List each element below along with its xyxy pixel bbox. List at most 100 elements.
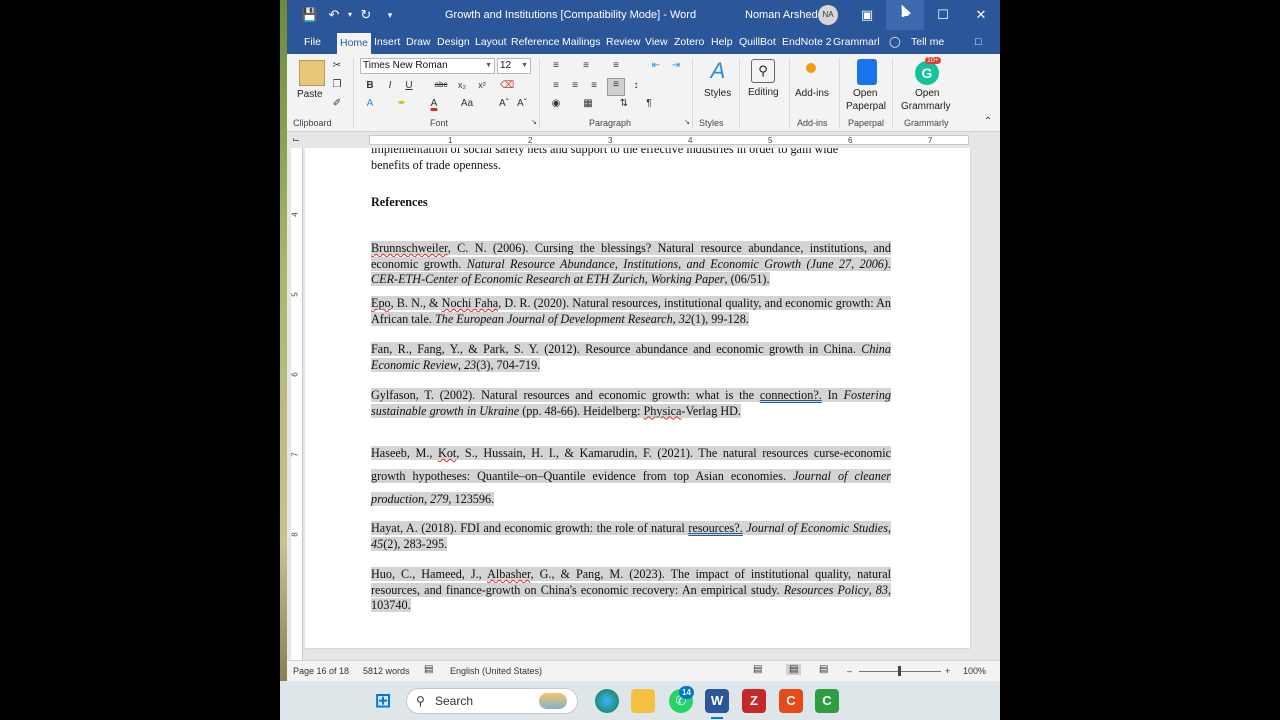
avatar[interactable]: NA: [818, 5, 838, 25]
multilevel-list-icon[interactable]: ≡: [609, 60, 623, 71]
copy-icon[interactable]: ❐: [330, 79, 344, 90]
save-icon[interactable]: 💾: [301, 6, 319, 24]
tab-selector-icon[interactable]: ⌙: [289, 134, 303, 145]
show-marks-icon[interactable]: ¶: [642, 98, 656, 109]
pdf-app-icon[interactable]: Z: [742, 689, 766, 713]
clear-formatting-icon[interactable]: ⌫: [500, 80, 514, 91]
subscript-icon[interactable]: x₂: [455, 80, 469, 90]
open-paperpal-button[interactable]: Open: [853, 88, 877, 99]
tab-zotero[interactable]: Zotero: [674, 34, 704, 54]
proofing-icon[interactable]: ▤: [424, 664, 433, 675]
collapse-ribbon-icon[interactable]: ⌃: [981, 116, 995, 127]
vertical-ruler[interactable]: 4 5 6 7 8: [291, 148, 303, 660]
open-paperpal-label[interactable]: Paperpal: [846, 101, 886, 112]
editing-button[interactable]: Editing: [748, 87, 779, 98]
lightbulb-icon[interactable]: ◯: [889, 34, 901, 54]
windows-start-icon[interactable]: ⊞: [371, 689, 395, 713]
references-heading[interactable]: References: [371, 195, 891, 211]
format-painter-icon[interactable]: ✐: [330, 98, 344, 109]
cut-icon[interactable]: ✂: [330, 60, 344, 71]
tab-endnote[interactable]: EndNote 2: [782, 34, 832, 54]
shrink-font-icon[interactable]: Aˇ: [515, 98, 529, 109]
styles-icon[interactable]: A: [705, 58, 731, 84]
tab-layout[interactable]: Layout: [475, 34, 507, 54]
zoom-level[interactable]: 100%: [963, 666, 986, 676]
strikethrough-icon[interactable]: abc: [434, 80, 448, 89]
sort-icon[interactable]: ⇅: [617, 98, 631, 109]
line-spacing-icon[interactable]: ↕: [629, 80, 643, 91]
paragraph-continuation[interactable]: implementation of social safety nets and…: [371, 148, 891, 173]
redo-icon[interactable]: ↻: [357, 6, 375, 24]
web-layout-icon[interactable]: ▤: [819, 664, 828, 675]
tab-home[interactable]: Home: [337, 33, 372, 54]
reference-entry[interactable]: Epo, B. N., & Nochi Faha, D. R. (2020). …: [371, 296, 891, 327]
align-left-icon[interactable]: ≡: [549, 80, 563, 91]
reference-entry[interactable]: Hayat, A. (2018). FDI and economic growt…: [371, 521, 891, 552]
decrease-indent-icon[interactable]: ⇤: [649, 60, 663, 71]
highlight-color-icon[interactable]: ✒: [395, 98, 409, 109]
horizontal-ruler[interactable]: ⌙ 1 2 3 4 5 6 7: [287, 132, 1000, 148]
paste-button[interactable]: Paste: [297, 89, 323, 100]
bold-icon[interactable]: B: [363, 80, 377, 91]
search-box[interactable]: ⚲ Search: [406, 688, 578, 714]
edge-browser-icon[interactable]: [595, 689, 619, 713]
grammarly-icon[interactable]: G: [915, 61, 939, 85]
addins-icon[interactable]: [806, 63, 816, 73]
open-grammarly-button[interactable]: Open: [915, 88, 939, 99]
close-button[interactable]: ✕: [962, 0, 1000, 30]
reference-entry[interactable]: Haseeb, M., Kot, S., Hussain, H. I., & K…: [371, 442, 891, 511]
word-app-icon[interactable]: W: [705, 689, 729, 713]
tab-quillbot[interactable]: QuillBot: [739, 34, 776, 54]
paste-icon[interactable]: [299, 60, 325, 86]
app-c-red-icon[interactable]: C: [779, 689, 803, 713]
font-color-icon[interactable]: A: [427, 98, 441, 109]
tab-references[interactable]: Reference: [511, 34, 559, 54]
italic-icon[interactable]: I: [383, 80, 397, 91]
increase-indent-icon[interactable]: ⇥: [669, 60, 683, 71]
shading-icon[interactable]: ◉: [549, 98, 563, 109]
comments-icon[interactable]: □: [975, 34, 981, 54]
tab-draw[interactable]: Draw: [406, 34, 431, 54]
underline-icon[interactable]: U: [402, 80, 416, 91]
tab-insert[interactable]: Insert: [374, 34, 400, 54]
read-mode-icon[interactable]: ▤: [753, 664, 762, 675]
file-explorer-icon[interactable]: [631, 689, 655, 713]
tab-design[interactable]: Design: [437, 34, 470, 54]
paperpal-icon[interactable]: [857, 59, 877, 85]
reference-entry[interactable]: Gylfason, T. (2002). Natural resources a…: [371, 388, 892, 419]
tab-help[interactable]: Help: [711, 34, 733, 54]
tell-me-search[interactable]: Tell me: [911, 34, 944, 54]
word-count[interactable]: 5812 words: [363, 666, 410, 676]
change-case-icon[interactable]: Aa: [460, 98, 474, 109]
tab-grammarly[interactable]: Grammarl: [833, 34, 880, 54]
tab-review[interactable]: Review: [606, 34, 640, 54]
align-center-icon[interactable]: ≡: [568, 80, 582, 91]
reference-entry[interactable]: Brunnschweiler, C. N. (2006). Cursing th…: [371, 241, 891, 288]
borders-icon[interactable]: ▦: [581, 98, 595, 109]
reference-entry[interactable]: Fan, R., Fang, Y., & Park, S. Y. (2012).…: [371, 342, 891, 373]
page-count[interactable]: Page 16 of 18: [293, 666, 349, 676]
addins-button[interactable]: Add-ins: [795, 88, 829, 99]
zoom-out-icon[interactable]: –: [847, 666, 852, 676]
tab-file[interactable]: File: [304, 34, 321, 54]
styles-button[interactable]: Styles: [704, 88, 731, 99]
grow-font-icon[interactable]: Aˆ: [497, 98, 511, 109]
numbering-icon[interactable]: ≡: [579, 60, 593, 71]
document-page[interactable]: implementation of social safety nets and…: [305, 148, 970, 648]
zoom-in-icon[interactable]: +: [945, 666, 950, 676]
search-icon[interactable]: ⚲: [751, 59, 775, 83]
language[interactable]: English (United States): [450, 666, 542, 676]
app-c-green-icon[interactable]: C: [815, 689, 839, 713]
justify-icon[interactable]: ≡: [607, 78, 625, 96]
font-size-combo[interactable]: 12 ▼: [497, 58, 531, 74]
bullets-icon[interactable]: ≡: [549, 60, 563, 71]
open-grammarly-label[interactable]: Grammarly: [901, 101, 950, 112]
zoom-slider-handle[interactable]: [898, 666, 901, 676]
maximize-button[interactable]: ☐: [924, 0, 962, 30]
print-layout-icon[interactable]: ▤: [786, 664, 802, 675]
user-name[interactable]: Noman Arshed: [745, 9, 818, 21]
superscript-icon[interactable]: x²: [475, 80, 489, 90]
text-effects-icon[interactable]: A: [363, 98, 377, 109]
tab-view[interactable]: View: [645, 34, 668, 54]
font-name-combo[interactable]: Times New Roman ▼: [360, 58, 495, 74]
